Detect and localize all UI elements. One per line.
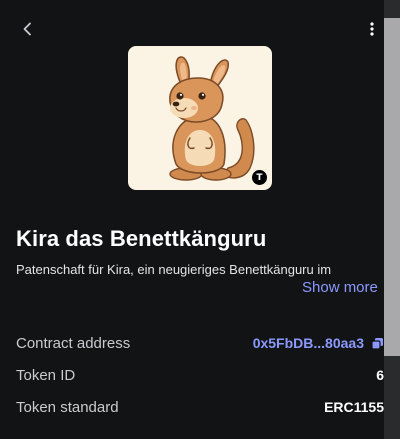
scrollbar-thumb[interactable] <box>384 18 400 356</box>
vertical-dots-icon <box>370 22 374 36</box>
copy-icon[interactable] <box>370 336 384 350</box>
network-badge: T <box>251 169 268 186</box>
contract-address-value[interactable]: 0x5FbDB...80aa3 <box>253 335 364 351</box>
token-standard-label: Token standard <box>16 398 119 416</box>
contract-address-row: Contract address 0x5FbDB...80aa3 <box>16 332 384 354</box>
nft-title: Kira das Benettkänguru <box>16 226 267 251</box>
token-standard-row: Token standard ERC1155 <box>16 396 384 418</box>
show-more-link[interactable]: Show more <box>302 279 378 296</box>
back-button[interactable] <box>16 17 40 41</box>
chevron-left-icon <box>23 22 31 36</box>
kangaroo-illustration <box>169 56 255 181</box>
token-standard-value: ERC1155 <box>324 399 384 415</box>
nft-image[interactable]: T <box>128 46 272 190</box>
token-id-row: Token ID 6 <box>16 364 384 386</box>
nft-description: Patenschaft für Kira, ein neugieriges Be… <box>16 262 332 277</box>
contract-address-label: Contract address <box>16 334 131 352</box>
token-id-label: Token ID <box>16 366 76 384</box>
contract-address-link[interactable]: 0x5FbDB...80aa3 <box>253 335 384 351</box>
more-options-button[interactable] <box>362 17 382 41</box>
token-id-value: 6 <box>376 367 384 383</box>
